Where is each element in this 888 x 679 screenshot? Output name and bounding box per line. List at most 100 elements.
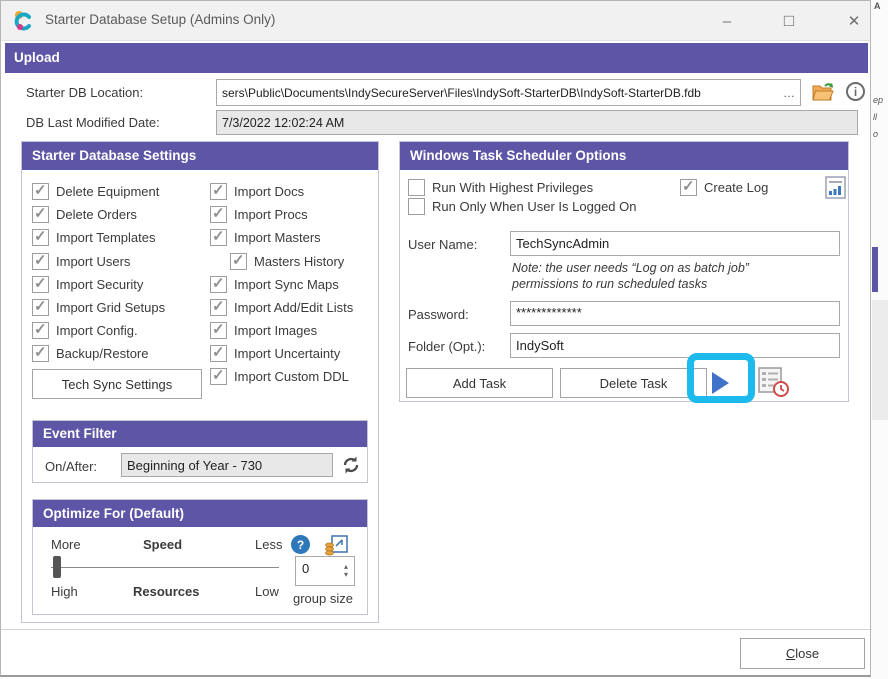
minimize-button[interactable]: – [706,5,748,37]
checkbox-label: Import Sync Maps [234,277,339,292]
checkbox-box[interactable] [210,299,227,316]
high-label: High [51,584,78,599]
event-filter-header: Event Filter [33,421,367,447]
group-size-spinner[interactable]: 0 ▴▾ [295,556,355,586]
help-icon[interactable]: ? [291,535,310,554]
checkbox-import-masters[interactable]: Import Masters [210,228,321,247]
optimize-slider-thumb[interactable] [53,556,61,578]
checkbox-box[interactable] [230,253,247,270]
checkbox-run-highest-privileges[interactable]: Run With Highest Privileges [408,178,593,197]
close-window-button[interactable]: ✕ [833,5,875,37]
checkbox-import-procs[interactable]: Import Procs [210,205,308,224]
checkbox-box[interactable] [210,322,227,339]
low-label: Low [255,584,279,599]
checkbox-label: Create Log [704,180,768,195]
db-location-input[interactable]: sers\Public\Documents\IndySecureServer\F… [216,79,801,106]
view-log-report-icon[interactable] [824,176,847,199]
checkbox-box[interactable] [408,179,425,196]
checkbox-box[interactable] [210,183,227,200]
checkbox-delete-orders[interactable]: Delete Orders [32,205,137,224]
refresh-icon[interactable] [341,455,361,475]
checkbox-label: Run With Highest Privileges [432,180,593,195]
checkbox-delete-equipment[interactable]: Delete Equipment [32,182,159,201]
db-modified-value: 7/3/2022 12:02:24 AM [222,116,344,130]
checkbox-import-docs[interactable]: Import Docs [210,182,304,201]
checkbox-import-sync-maps[interactable]: Import Sync Maps [210,275,339,294]
user-name-input[interactable]: TechSyncAdmin [510,231,840,256]
checkbox-label: Import Docs [234,184,304,199]
checkbox-label: Import Images [234,323,317,338]
checkbox-import-add-edit-lists[interactable]: Import Add/Edit Lists [210,298,353,317]
less-label: Less [255,537,282,552]
more-label: More [51,537,81,552]
checkbox-box[interactable] [32,322,49,339]
checkbox-box[interactable] [32,276,49,293]
checkbox-import-users[interactable]: Import Users [32,252,130,271]
delete-task-button[interactable]: Delete Task [560,368,707,398]
scheduled-task-icon[interactable] [756,364,790,398]
info-icon[interactable]: i [846,82,865,101]
maximize-button[interactable]: □ [768,5,810,37]
add-task-button[interactable]: Add Task [406,368,553,398]
tech-sync-settings-button[interactable]: Tech Sync Settings [32,369,202,399]
checkbox-box[interactable] [32,229,49,246]
password-value: ************* [516,305,582,320]
close-button-mnemonic: C [786,646,795,661]
checkbox-box[interactable] [210,276,227,293]
checkbox-masters-history[interactable]: Masters History [230,252,344,271]
spinner-arrows-icon[interactable]: ▴▾ [338,557,354,585]
db-modified-label: DB Last Modified Date: [26,115,160,130]
checkbox-label: Import Security [56,277,143,292]
checkbox-box[interactable] [210,345,227,362]
checkbox-backup-restore[interactable]: Backup/Restore [32,344,149,363]
checkbox-label: Import Add/Edit Lists [234,300,353,315]
password-input[interactable]: ************* [510,301,840,326]
group-size-label: group size [293,591,353,606]
checkbox-box[interactable] [680,179,697,196]
batch-job-note-line2: permissions to run scheduled tasks [512,277,707,291]
checkbox-import-uncertainty[interactable]: Import Uncertainty [210,344,340,363]
folder-opt-input[interactable]: IndySoft [510,333,840,358]
checkbox-box[interactable] [210,229,227,246]
checkbox-label: Import Custom DDL [234,369,349,384]
task-scheduler-header: Windows Task Scheduler Options [400,142,848,170]
speed-label: Speed [143,537,182,552]
checkbox-label: Delete Orders [56,207,137,222]
checkbox-label: Backup/Restore [56,346,149,361]
folder-opt-label: Folder (Opt.): [408,339,485,354]
starter-database-settings-panel: Starter Database Settings Delete Equipme… [21,141,379,623]
checkbox-import-security[interactable]: Import Security [32,275,143,294]
checkbox-run-only-logged-on[interactable]: Run Only When User Is Logged On [408,197,637,216]
checkbox-box[interactable] [32,299,49,316]
checkbox-box[interactable] [32,253,49,270]
checkbox-box[interactable] [32,345,49,362]
checkbox-import-images[interactable]: Import Images [210,321,317,340]
checkbox-import-grid-setups[interactable]: Import Grid Setups [32,298,165,317]
checkbox-box[interactable] [32,206,49,223]
optimize-slider-track[interactable] [51,567,279,568]
task-scheduler-panel: Windows Task Scheduler Options Run With … [399,141,849,402]
title-bar[interactable]: Starter Database Setup (Admins Only) – □… [1,1,870,41]
checkbox-label: Import Templates [56,230,155,245]
checkbox-create-log[interactable]: Create Log [680,178,768,197]
checkbox-import-config[interactable]: Import Config. [32,321,138,340]
checkbox-label: Delete Equipment [56,184,159,199]
close-button[interactable]: Close [740,638,865,669]
checkbox-import-templates[interactable]: Import Templates [32,228,155,247]
starter-database-settings-header: Starter Database Settings [22,142,378,170]
on-after-value-field[interactable]: Beginning of Year - 730 [121,453,333,477]
checkbox-box[interactable] [32,183,49,200]
checkbox-box[interactable] [408,198,425,215]
db-modified-value-field: 7/3/2022 12:02:24 AM [216,110,858,135]
checkbox-box[interactable] [210,206,227,223]
group-size-value[interactable]: 0 [296,557,338,585]
open-folder-icon[interactable] [811,81,835,103]
browse-ellipsis-button[interactable]: … [779,86,795,100]
checkbox-label: Import Users [56,254,130,269]
app-logo-icon [13,10,35,32]
group-export-icon[interactable] [325,533,349,557]
resources-label: Resources [133,584,199,599]
checkbox-box[interactable] [210,368,227,385]
starter-database-setup-dialog: Starter Database Setup (Admins Only) – □… [0,0,871,677]
checkbox-import-custom-ddl[interactable]: Import Custom DDL [210,367,349,386]
